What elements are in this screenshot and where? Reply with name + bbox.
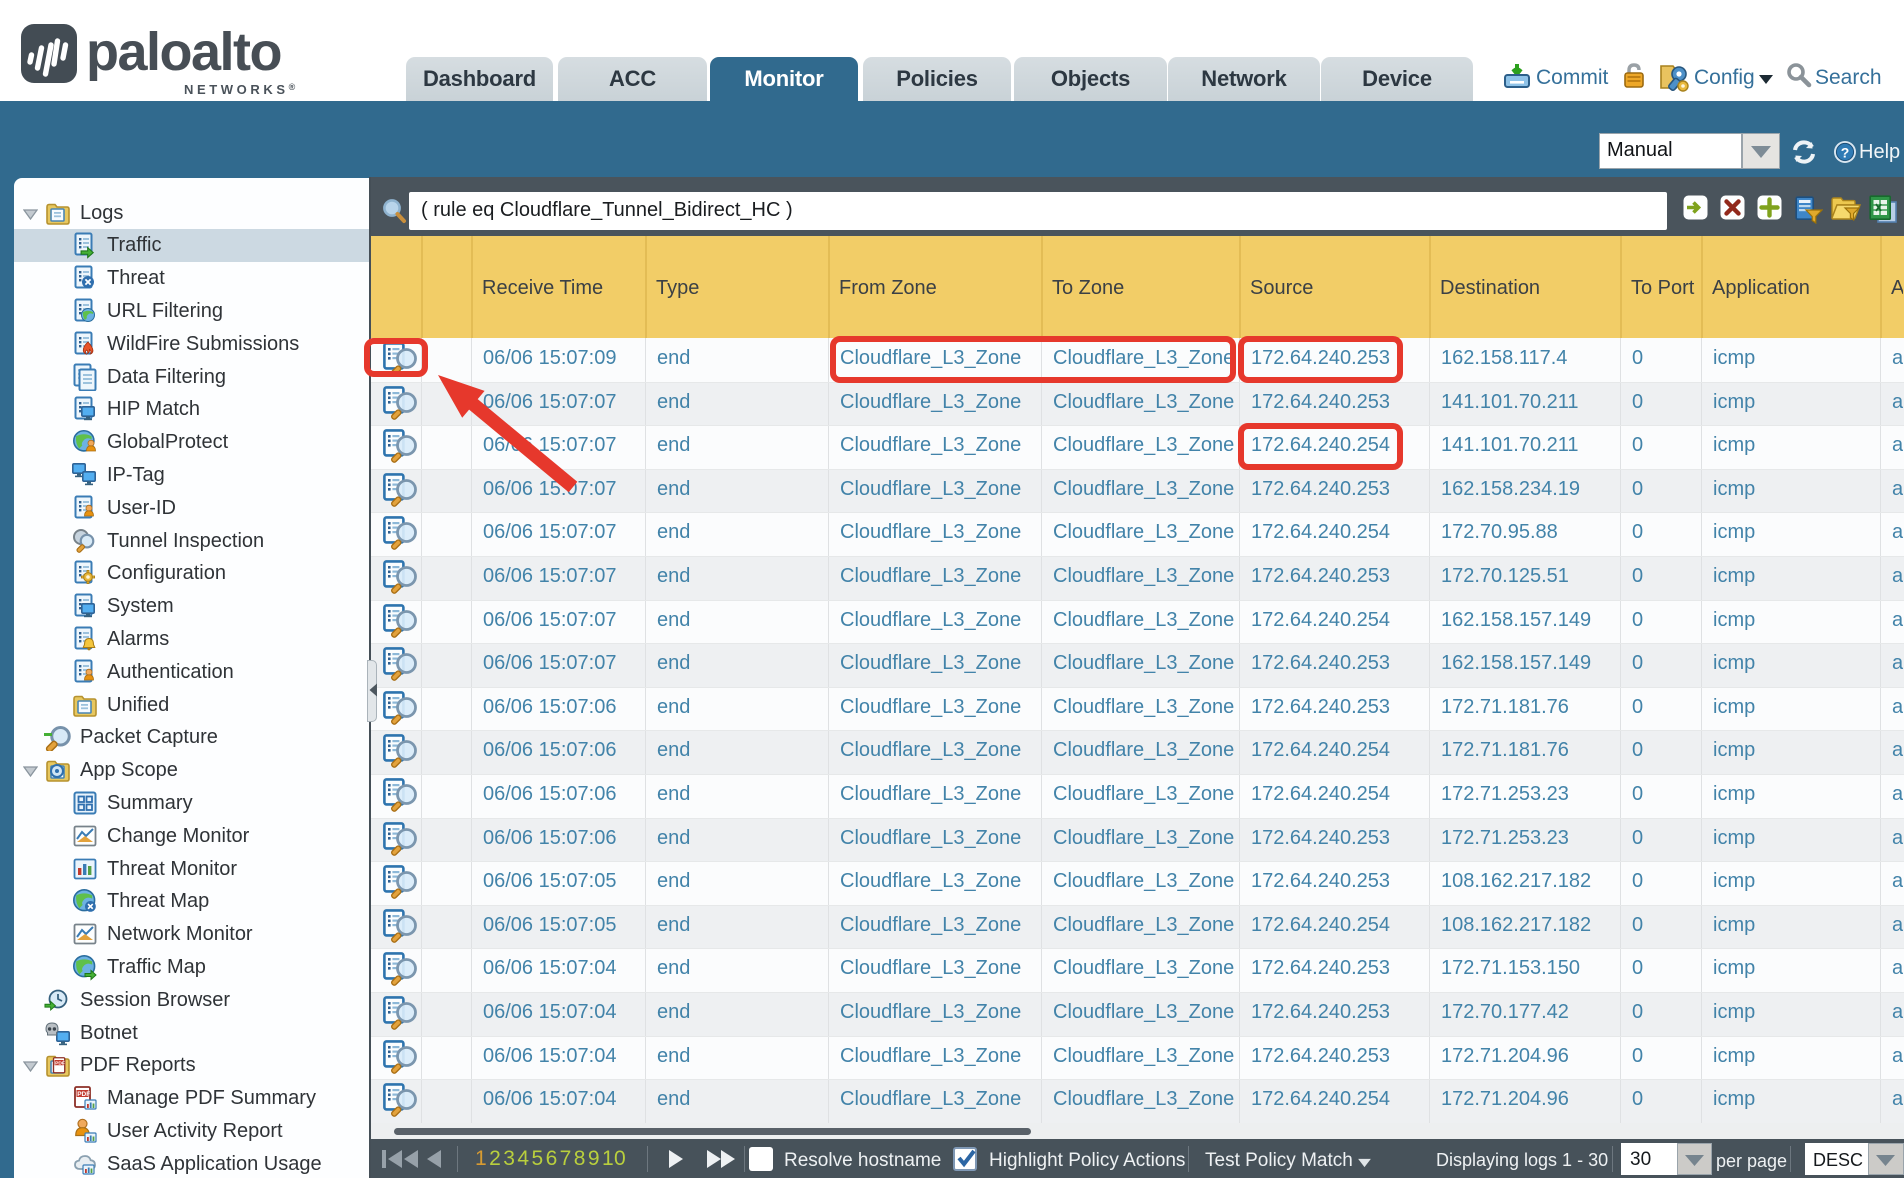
svg-text:?: ? [1841, 145, 1850, 161]
